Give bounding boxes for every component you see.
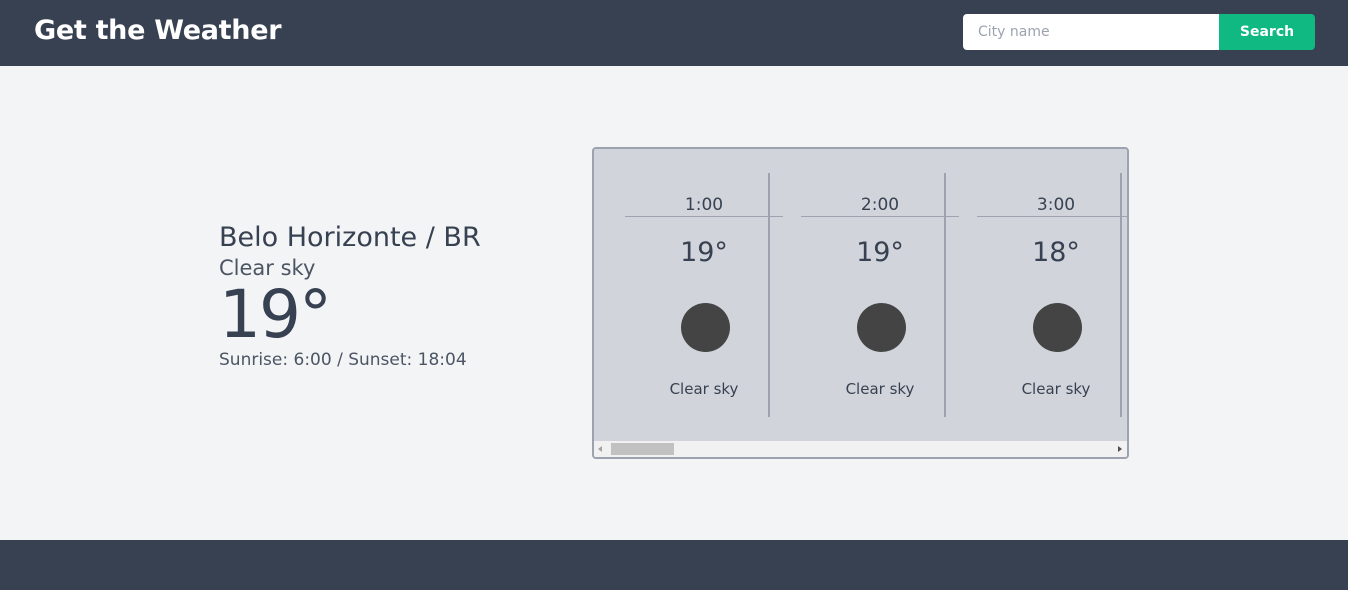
- night-clear-icon: [857, 303, 906, 352]
- forecast-description: Clear sky: [669, 380, 739, 398]
- current-temperature: 19°: [219, 276, 332, 353]
- top-navbar: Get the Weather Search: [0, 0, 1348, 66]
- footer: [0, 540, 1348, 590]
- search-button[interactable]: Search: [1219, 14, 1315, 50]
- forecast-time: 2:00: [801, 194, 959, 217]
- scroll-left-arrow-icon[interactable]: [598, 446, 602, 452]
- night-clear-icon: [1033, 303, 1082, 352]
- forecast-temperature: 18°: [1032, 237, 1080, 268]
- forecast-item: 3:00 18° Clear sky: [946, 173, 1127, 417]
- forecast-description: Clear sky: [1021, 380, 1091, 398]
- hourly-forecast-list: 1:00 19° Clear sky 2:00 19° Clear sky 3:…: [594, 149, 1127, 441]
- forecast-time: 1:00: [625, 194, 783, 217]
- forecast-item: 1:00 19° Clear sky: [594, 173, 783, 417]
- forecast-temperature: 19°: [856, 237, 904, 268]
- app-title: Get the Weather: [34, 15, 282, 46]
- night-clear-icon: [681, 303, 730, 352]
- forecast-time: 3:00: [977, 194, 1127, 217]
- city-search-input[interactable]: [963, 14, 1219, 50]
- forecast-item: 2:00 19° Clear sky: [770, 173, 959, 417]
- horizontal-scrollbar[interactable]: [594, 441, 1127, 457]
- forecast-temperature: 19°: [680, 237, 728, 268]
- forecast-description: Clear sky: [845, 380, 915, 398]
- scroll-right-arrow-icon[interactable]: [1118, 446, 1122, 452]
- scrollbar-thumb[interactable]: [611, 443, 674, 455]
- hourly-forecast-panel[interactable]: 1:00 19° Clear sky 2:00 19° Clear sky 3:…: [592, 147, 1129, 459]
- current-weather: Belo Horizonte / BR Clear sky 19° Sunris…: [219, 220, 559, 372]
- location-name: Belo Horizonte / BR: [219, 222, 481, 253]
- sunrise-sunset: Sunrise: 6:00 / Sunset: 18:04: [219, 350, 467, 370]
